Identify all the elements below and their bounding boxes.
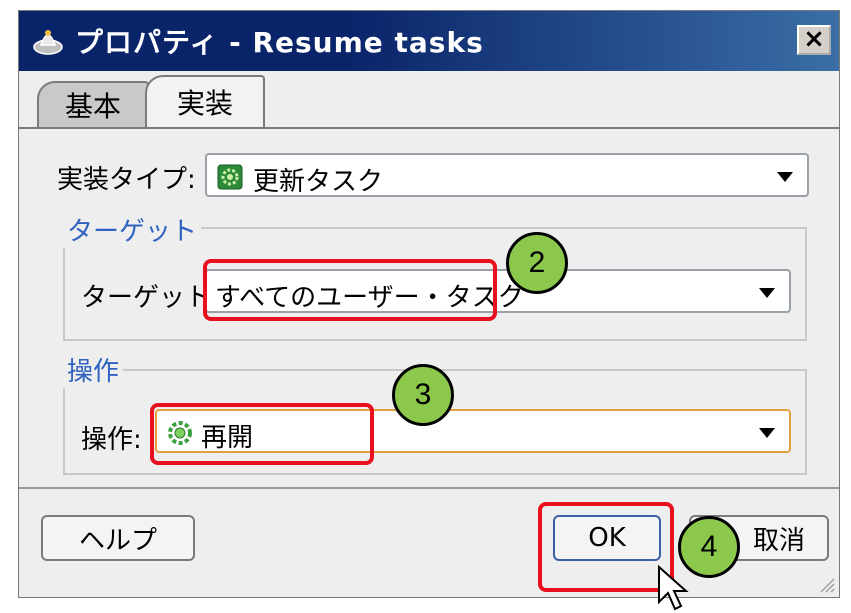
tab-basic[interactable]: 基本: [37, 81, 149, 127]
operation-label: 操作:: [81, 425, 142, 455]
operation-group-title: 操作: [63, 351, 124, 388]
chevron-down-icon: [759, 288, 775, 298]
callout-2: 2: [506, 232, 568, 294]
impl-type-combo[interactable]: 更新タスク: [205, 153, 809, 197]
chevron-down-icon: [777, 172, 793, 182]
mouse-cursor-icon: [658, 564, 689, 611]
tab-implementation[interactable]: 実装: [145, 75, 265, 127]
ok-highlight: [538, 502, 674, 592]
target-highlight: [203, 259, 497, 321]
help-button[interactable]: ヘルプ: [41, 515, 195, 561]
target-label: ターゲット:: [81, 283, 220, 313]
window-title: プロパティ - Resume tasks: [75, 26, 484, 59]
chevron-down-icon: [759, 428, 775, 438]
properties-app-icon: [33, 30, 63, 55]
callout-3: 3: [392, 364, 454, 426]
tab-divider: [19, 127, 839, 129]
close-button[interactable]: ×: [797, 25, 831, 55]
operation-highlight: [150, 403, 374, 465]
target-group-title: ターゲット: [63, 211, 202, 248]
impl-type-label: 実装タイプ:: [57, 165, 196, 195]
impl-type-value: 更新タスク: [253, 167, 384, 197]
gear-icon: [217, 164, 243, 190]
resize-grip-icon[interactable]: [817, 575, 835, 593]
button-bar-divider: [19, 487, 839, 489]
title-bar[interactable]: プロパティ - Resume tasks ×: [19, 11, 839, 71]
tab-strip: 基本 実装: [33, 75, 823, 127]
